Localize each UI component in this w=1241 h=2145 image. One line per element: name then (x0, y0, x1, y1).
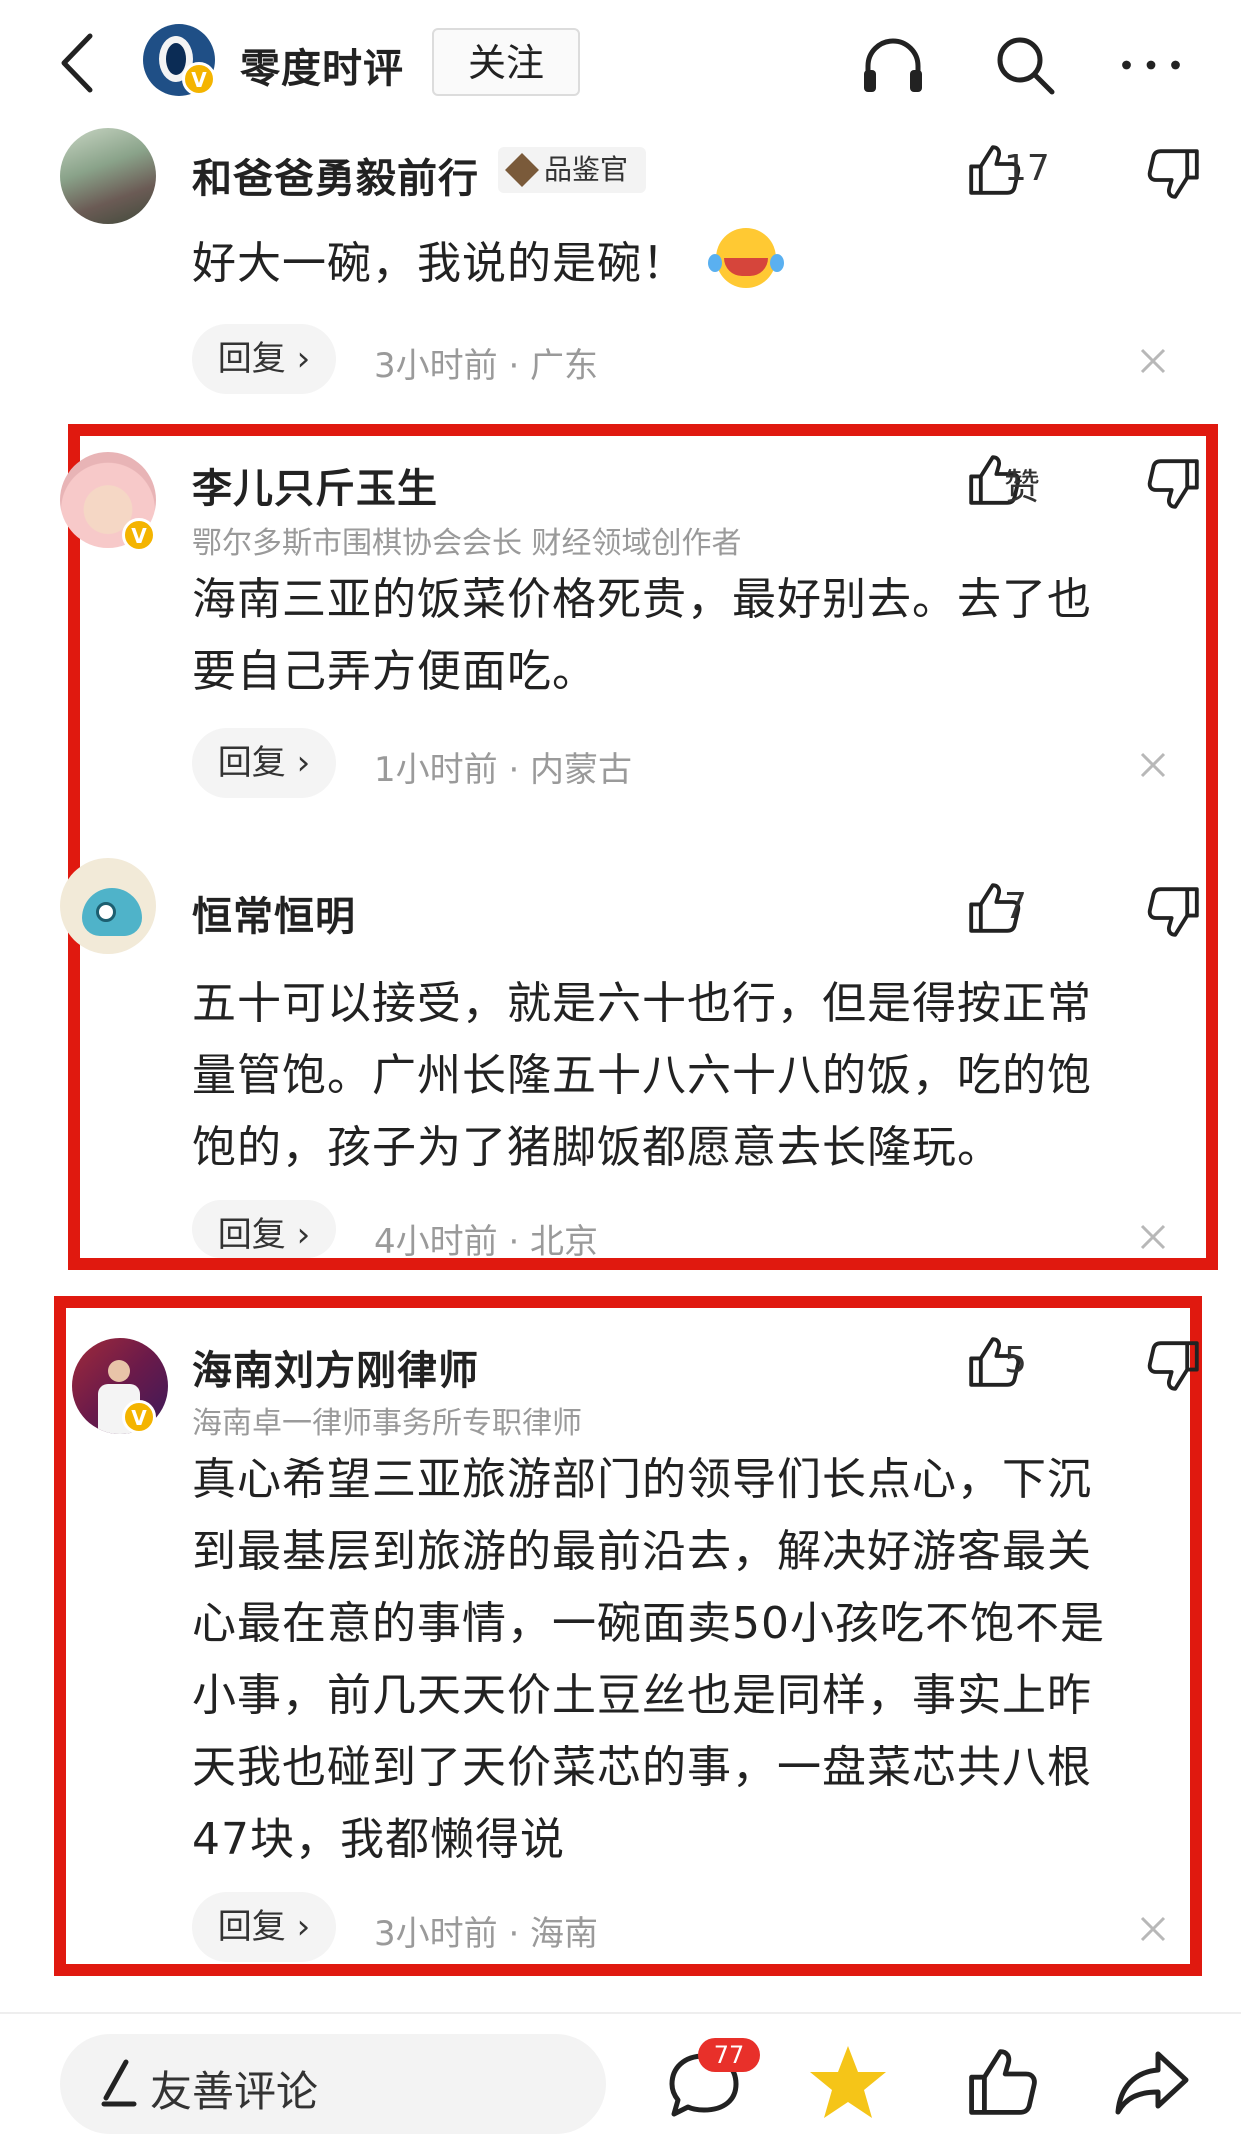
star-icon[interactable] (806, 2040, 890, 2124)
close-icon[interactable] (1140, 1916, 1166, 1942)
medal-icon (505, 153, 539, 187)
comment-input[interactable] (60, 2034, 606, 2134)
back-arrow-icon[interactable] (52, 28, 112, 98)
more-icon[interactable] (1116, 30, 1186, 100)
follow-button[interactable]: 关注 (432, 28, 580, 96)
badge-label: 品鉴官 (544, 153, 629, 186)
pen-icon (101, 2059, 137, 2107)
like-count: 5 (1004, 1340, 1027, 1381)
share-icon[interactable] (1112, 2046, 1192, 2118)
comment-text: 好大一碗，我说的是碗！ (192, 228, 784, 300)
reply-button[interactable]: 回复 › (192, 728, 336, 798)
thumbs-down-icon[interactable] (1124, 882, 1224, 942)
close-icon[interactable] (1140, 348, 1166, 374)
search-icon[interactable] (990, 30, 1060, 100)
user-title-badge: 品鉴官 (498, 147, 646, 193)
comment-input-placeholder: 友善评论 (150, 2067, 319, 2116)
comment-line: 要自己弄方便面吃。 (192, 646, 597, 697)
comment-line: 好大一碗，我说的是碗！ (192, 238, 687, 289)
comment-text: 海南三亚的饭菜价格死贵，最好别去。去了也 要自己弄方便面吃。 (192, 564, 1092, 708)
thumbs-up-icon[interactable] (944, 1332, 1044, 1392)
comment-meta: 1小时前 · 内蒙古 (374, 750, 633, 790)
bottom-divider (0, 2012, 1241, 2014)
channel-name[interactable]: 零度时评 (240, 36, 404, 94)
like-count: 17 (1004, 148, 1050, 189)
reply-button[interactable]: 回复 › (192, 1892, 336, 1962)
comment-line: 小事，前几天天价土豆丝也是同样，事实上昨 (192, 1670, 1092, 1721)
laughing-emoji-icon (708, 228, 784, 288)
close-icon[interactable] (1140, 1224, 1166, 1250)
headphones-icon[interactable] (858, 30, 928, 100)
comment-line: 到最基层到旅游的最前沿去，解决好游客最关 (192, 1526, 1092, 1577)
verified-badge-icon: V (122, 1400, 156, 1434)
thumbs-up-icon[interactable] (962, 2040, 1042, 2124)
thumbs-down-icon[interactable] (1124, 1336, 1224, 1396)
comment-line: 海南三亚的饭菜价格死贵，最好别去。去了也 (192, 574, 1092, 625)
like-label: 赞 (1004, 467, 1041, 508)
comment-username[interactable]: 李儿只斤玉生 (192, 456, 438, 514)
comment-text: 五十可以接受，就是六十也行，但是得按正常 量管饱。广州长隆五十八六十八的饭，吃的… (192, 968, 1092, 1184)
comment-line: 量管饱。广州长隆五十八六十八的饭，吃的饱 (192, 1050, 1092, 1101)
reply-button[interactable]: 回复 › (192, 1200, 336, 1258)
comment-line: 五十可以接受，就是六十也行，但是得按正常 (192, 978, 1092, 1029)
thumbs-down-icon[interactable] (1124, 454, 1224, 514)
close-icon[interactable] (1140, 752, 1166, 778)
comment-line: 真心希望三亚旅游部门的领导们长点心，下沉 (192, 1454, 1092, 1505)
thumbs-up-icon[interactable] (944, 878, 1044, 938)
reply-button[interactable]: 回复 › (192, 324, 336, 394)
user-avatar[interactable] (60, 858, 156, 954)
comment-username[interactable]: 海南刘方刚律师 (192, 1338, 479, 1396)
thumbs-down-icon[interactable] (1124, 144, 1224, 204)
verified-badge-icon: V (122, 518, 156, 552)
comment-line: 47块，我都懒得说 (192, 1814, 565, 1865)
like-count: 7 (1004, 886, 1027, 927)
comment-username[interactable]: 恒常恒明 (192, 884, 356, 942)
user-subtitle: 海南卓一律师事务所专职律师 (192, 1406, 582, 1441)
comment-line: 心最在意的事情，一碗面卖50小孩吃不饱不是 (192, 1598, 1105, 1649)
comment-line: 饱的，孩子为了猪脚饭都愿意去长隆玩。 (192, 1122, 1002, 1173)
comment-meta: 3小时前 · 广东 (374, 346, 599, 386)
comment-meta: 3小时前 · 海南 (374, 1914, 599, 1954)
user-subtitle: 鄂尔多斯市围棋协会会长 财经领域创作者 (192, 526, 742, 561)
comment-username[interactable]: 和爸爸勇毅前行 (192, 146, 479, 204)
user-avatar[interactable] (60, 128, 156, 224)
comment-count-badge: 77 (698, 2038, 760, 2072)
comment-text: 真心希望三亚旅游部门的领导们长点心，下沉 到最基层到旅游的最前沿去，解决好游客最… (192, 1444, 1105, 1876)
verified-badge-icon: V (182, 62, 216, 96)
comment-meta: 4小时前 · 北京 (374, 1222, 599, 1262)
comment-line: 天我也碰到了天价菜芯的事，一盘菜芯共八根 (192, 1742, 1092, 1793)
